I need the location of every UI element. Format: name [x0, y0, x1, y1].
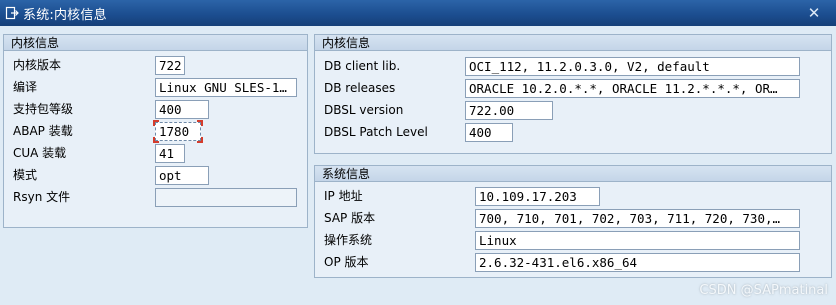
compile-field[interactable]: Linux GNU SLES-1… — [155, 78, 297, 97]
dialog-content: 内核信息 内核版本 722 编译 Linux GNU SLES-1… 支持包等级… — [0, 26, 836, 305]
dbsl-patch-level-field[interactable]: 400 — [465, 123, 513, 142]
support-package-level-field[interactable]: 400 — [155, 100, 209, 119]
db-client-lib-field[interactable]: OCI_112, 11.2.0.3.0, V2, default — [465, 57, 800, 76]
abap-load-field[interactable]: 1780 — [155, 122, 201, 141]
kernel-version-field[interactable]: 722 — [155, 56, 185, 75]
db-releases-field[interactable]: ORACLE 10.2.0.*.*, ORACLE 11.2.*.*.*, OR… — [465, 79, 800, 98]
group-header: 系统信息 — [315, 166, 831, 182]
close-icon[interactable]: ✕ — [806, 5, 822, 21]
cua-load-label: CUA 装载 — [13, 146, 67, 160]
op-version-field[interactable]: 2.6.32-431.el6.x86_64 — [475, 253, 800, 272]
mode-field[interactable]: opt — [155, 166, 209, 185]
rsyn-file-label: Rsyn 文件 — [13, 190, 71, 204]
system-info-group: 系统信息 IP 地址 10.109.17.203 SAP 版本 700, 710… — [314, 165, 832, 278]
exit-icon[interactable] — [5, 6, 19, 20]
field-row: OP 版本 2.6.32-431.el6.x86_64 — [315, 251, 831, 273]
compile-label: 编译 — [13, 80, 38, 94]
sap-version-field[interactable]: 700, 710, 701, 702, 703, 711, 720, 730,… — [475, 209, 800, 228]
rsyn-file-field[interactable] — [155, 188, 297, 207]
field-row: DB releases ORACLE 10.2.0.*.*, ORACLE 11… — [315, 77, 831, 99]
mode-label: 模式 — [13, 168, 38, 182]
field-row: IP 地址 10.109.17.203 — [315, 185, 831, 207]
cua-load-field[interactable]: 41 — [155, 144, 185, 163]
field-row: 操作系统 Linux — [315, 229, 831, 251]
operating-system-label: 操作系统 — [324, 233, 373, 247]
field-row: CUA 装载 41 — [4, 142, 307, 164]
field-row: 支持包等级 400 — [4, 98, 307, 120]
ip-address-label: IP 地址 — [324, 189, 363, 203]
group-header: 内核信息 — [4, 35, 307, 51]
abap-load-label: ABAP 装载 — [13, 124, 73, 138]
field-row: ABAP 装载 1780 — [4, 120, 307, 143]
field-row: DBSL Patch Level 400 — [315, 121, 831, 143]
watermark: CSDN @SAPmatinal — [699, 283, 828, 298]
field-row: DB client lib. OCI_112, 11.2.0.3.0, V2, … — [315, 55, 831, 77]
field-row: SAP 版本 700, 710, 701, 702, 703, 711, 720… — [315, 207, 831, 229]
field-row: 内核版本 722 — [4, 54, 307, 76]
db-client-lib-label: DB client lib. — [324, 59, 401, 73]
dbsl-version-label: DBSL version — [324, 103, 404, 117]
window-title: 系统:内核信息 — [23, 7, 107, 23]
sap-version-label: SAP 版本 — [324, 211, 376, 225]
field-row: 模式 opt — [4, 164, 307, 186]
window-titlebar: 系统:内核信息 ✕ — [0, 0, 836, 26]
focus-marker — [197, 120, 203, 126]
group-header: 内核信息 — [315, 35, 831, 51]
focus-marker — [153, 120, 159, 126]
ip-address-field[interactable]: 10.109.17.203 — [475, 187, 600, 206]
db-info-group: 内核信息 DB client lib. OCI_112, 11.2.0.3.0,… — [314, 34, 832, 154]
dbsl-patch-level-label: DBSL Patch Level — [324, 125, 428, 139]
field-row: DBSL version 722.00 — [315, 99, 831, 121]
kernel-info-group: 内核信息 内核版本 722 编译 Linux GNU SLES-1… 支持包等级… — [3, 34, 308, 228]
db-releases-label: DB releases — [324, 81, 396, 95]
field-row: Rsyn 文件 — [4, 186, 307, 208]
support-package-level-label: 支持包等级 — [13, 102, 74, 116]
op-version-label: OP 版本 — [324, 255, 369, 269]
field-row: 编译 Linux GNU SLES-1… — [4, 76, 307, 98]
operating-system-field[interactable]: Linux — [475, 231, 800, 250]
dbsl-version-field[interactable]: 722.00 — [465, 101, 553, 120]
kernel-version-label: 内核版本 — [13, 58, 62, 72]
